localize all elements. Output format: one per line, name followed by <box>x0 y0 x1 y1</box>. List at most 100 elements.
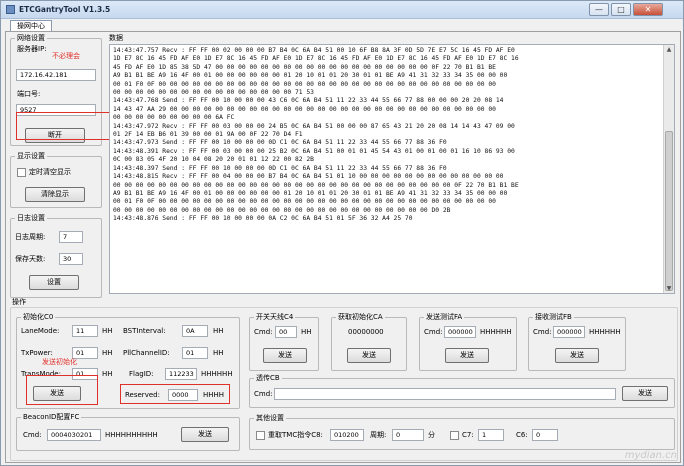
log-scrollbar[interactable]: ▲ ▼ <box>663 45 674 293</box>
clear-display-button[interactable]: 清除显示 <box>25 187 85 202</box>
scroll-down-arrow-icon[interactable]: ▼ <box>665 284 673 293</box>
get-init-ca-title: 获取初始化CA <box>336 313 385 322</box>
tx-power-label: TxPower: <box>21 349 53 357</box>
tmc-label: 重取TMC指令C8: <box>268 431 323 439</box>
log-line: A9 B1 B1 BE A9 16 4F 00 01 00 00 00 00 0… <box>113 189 508 197</box>
lane-mode-unit: HH <box>102 327 113 335</box>
log-line: A9 B1 B1 BE A9 16 4F 00 01 00 00 00 00 0… <box>113 72 508 80</box>
network-settings-title: 网络设置 <box>15 34 47 43</box>
cycle-label: 周期: <box>370 431 387 439</box>
save-days-input[interactable]: 30 <box>59 253 83 265</box>
minimize-button[interactable]: — <box>589 3 609 16</box>
server-ip-input[interactable]: 172.16.42.181 <box>16 69 96 81</box>
passthrough-cb-group: 透传CB Cmd: 发送 <box>249 374 675 408</box>
log-line: 01 2F 14 EB B6 01 39 00 00 01 9A 00 0F 2… <box>113 131 303 139</box>
data-log-text: 14:43:47.757 Recv : FF FF 00 02 00 00 00… <box>113 47 653 224</box>
flag-id-input[interactable]: 112233 <box>165 368 197 380</box>
log-line: 14:43:47.972 Recv : FF FF 00 03 00 00 00… <box>113 122 515 130</box>
tmc-checkbox[interactable] <box>256 431 265 440</box>
cycle-input[interactable]: 0 <box>392 429 424 441</box>
recv-test-fb-group: 接收测试FB Cmd: 000000 HHHHHH 发送 <box>528 313 626 371</box>
beacon-cmd-label: Cmd: <box>23 431 42 439</box>
other-settings-title: 其他设置 <box>254 414 286 423</box>
fb-cmd-input[interactable]: 000000 <box>553 326 585 338</box>
send-test-fa-title: 发送测试FA <box>424 313 465 322</box>
lane-mode-label: LaneMode: <box>21 327 60 335</box>
fa-cmd-unit: HHHHHH <box>480 328 512 336</box>
fb-send-button[interactable]: 发送 <box>555 348 599 363</box>
data-log[interactable]: 14:43:47.757 Recv : FF FF 00 02 00 00 00… <box>109 44 675 294</box>
beacon-send-button[interactable]: 发送 <box>181 427 229 442</box>
log-line: 14 43 47 AA 29 00 00 00 00 00 00 00 00 0… <box>113 105 496 113</box>
log-settings-group: 日志设置 日志周期: 7 保存天数: 30 设置 <box>10 214 102 298</box>
flag-id-unit: HHHHHH <box>201 370 233 378</box>
scroll-thumb[interactable] <box>665 131 673 291</box>
log-line: 45 FD AF E0 1D 85 38 5D 47 00 00 00 00 0… <box>113 63 496 71</box>
pll-label: PllChannelID: <box>123 349 170 357</box>
log-line: 00 01 F0 0F 00 00 00 00 00 00 00 00 00 0… <box>113 198 496 206</box>
cb-send-button[interactable]: 发送 <box>622 386 668 401</box>
log-line: 00 00 00 00 00 00 00 00 00 00 00 00 00 0… <box>113 206 451 214</box>
log-line: 14:43:47.757 Recv : FF FF 00 02 00 00 00… <box>113 47 515 54</box>
log-line: 00 01 F0 0F 00 00 00 00 00 00 00 00 00 0… <box>113 80 496 88</box>
main-panel: 网络设置 服务器IP: 172.16.42.181 端口号: 9527 断开 不… <box>5 31 681 463</box>
scroll-up-arrow-icon[interactable]: ▲ <box>665 45 673 54</box>
save-days-label: 保存天数: <box>15 255 46 263</box>
beacon-cmd-input[interactable]: 0004030201 <box>47 429 101 441</box>
log-line: 00 00 00 00 00 00 00 00 00 6A FC <box>113 114 235 122</box>
beacon-fc-group: BeaconID配置FC Cmd: 0004030201 HHHHHHHHHH … <box>16 413 240 451</box>
data-group-title: 数据 <box>109 34 123 42</box>
log-line: 00 00 00 00 00 00 00 00 00 00 00 00 00 0… <box>113 181 519 189</box>
c7-input[interactable]: 1 <box>478 429 504 441</box>
antenna-c4-group: 开关天线C4 Cmd: 00 HH 发送 <box>249 313 319 371</box>
log-days-input[interactable]: 7 <box>59 231 83 243</box>
app-window: ETCGantryTool V1.3.5 — □ ✕ 操网中心 网络设置 服务器… <box>0 0 684 466</box>
close-button[interactable]: ✕ <box>633 3 663 16</box>
display-settings-title: 显示设置 <box>15 152 47 161</box>
maximize-button[interactable]: □ <box>611 3 631 16</box>
title-bar[interactable]: ETCGantryTool V1.3.5 — □ ✕ <box>1 1 683 19</box>
log-days-label: 日志周期: <box>15 233 46 241</box>
recv-test-fb-title: 接收测试FB <box>533 313 574 322</box>
log-line: 0C 00 83 05 4F 20 10 04 08 20 20 01 01 1… <box>113 156 314 164</box>
c4-cmd-input[interactable]: 00 <box>275 326 297 338</box>
c7-checkbox[interactable] <box>450 431 459 440</box>
log-line: 14:43:48.815 Recv : FF FF 00 04 00 00 00… <box>113 173 504 181</box>
cb-cmd-input[interactable] <box>274 388 616 400</box>
fb-cmd-unit: HHHHHH <box>589 328 621 336</box>
log-set-button[interactable]: 设置 <box>29 275 79 290</box>
log-settings-title: 日志设置 <box>15 214 47 223</box>
auto-clear-checkbox[interactable] <box>17 168 26 177</box>
ca-value: 00000000 <box>348 328 384 336</box>
flag-id-label: FlagID: <box>129 370 154 378</box>
port-label: 端口号: <box>17 90 41 98</box>
ops-title: 操作 <box>12 298 26 306</box>
c4-cmd-unit: HH <box>301 328 312 336</box>
auto-clear-label: 定时清空显示 <box>29 168 71 176</box>
fb-cmd-label: Cmd: <box>533 328 552 336</box>
other-settings-group: 其他设置 重取TMC指令C8: 010200 周期: 0 分 C7: 1 C6:… <box>249 414 675 450</box>
passthrough-cb-title: 透传CB <box>254 374 282 383</box>
pll-input[interactable]: 01 <box>182 347 208 359</box>
log-line: 1D E7 8C 16 45 FD AF E0 1D E7 8C 16 45 F… <box>113 55 519 63</box>
fa-cmd-label: Cmd: <box>424 328 443 336</box>
log-line: 14:43:47.973 Send : FF FF 00 10 00 00 00… <box>113 139 447 147</box>
c6-input[interactable]: 0 <box>532 429 558 441</box>
beacon-fc-title: BeaconID配置FC <box>21 413 82 422</box>
ca-send-button[interactable]: 发送 <box>347 348 391 363</box>
c4-send-button[interactable]: 发送 <box>263 348 307 363</box>
annotation-ignore: 不必理会 <box>52 52 80 60</box>
fa-cmd-input[interactable]: 000000 <box>444 326 476 338</box>
app-icon <box>6 5 15 14</box>
log-line: 14:43:48.391 Recv : FF FF 00 03 00 00 00… <box>113 147 515 155</box>
bst-input[interactable]: 0A <box>182 325 208 337</box>
display-settings-group: 显示设置 定时清空显示 清除显示 <box>10 152 102 208</box>
fa-send-button[interactable]: 发送 <box>445 348 489 363</box>
c7-label: C7: <box>462 431 474 439</box>
window-title: ETCGantryTool V1.3.5 <box>19 5 111 14</box>
tmc-input[interactable]: 010200 <box>330 429 364 441</box>
cycle-unit: 分 <box>428 431 435 439</box>
bst-unit: HH <box>213 327 224 335</box>
cb-cmd-label: Cmd: <box>254 390 273 398</box>
lane-mode-input[interactable]: 11 <box>72 325 98 337</box>
